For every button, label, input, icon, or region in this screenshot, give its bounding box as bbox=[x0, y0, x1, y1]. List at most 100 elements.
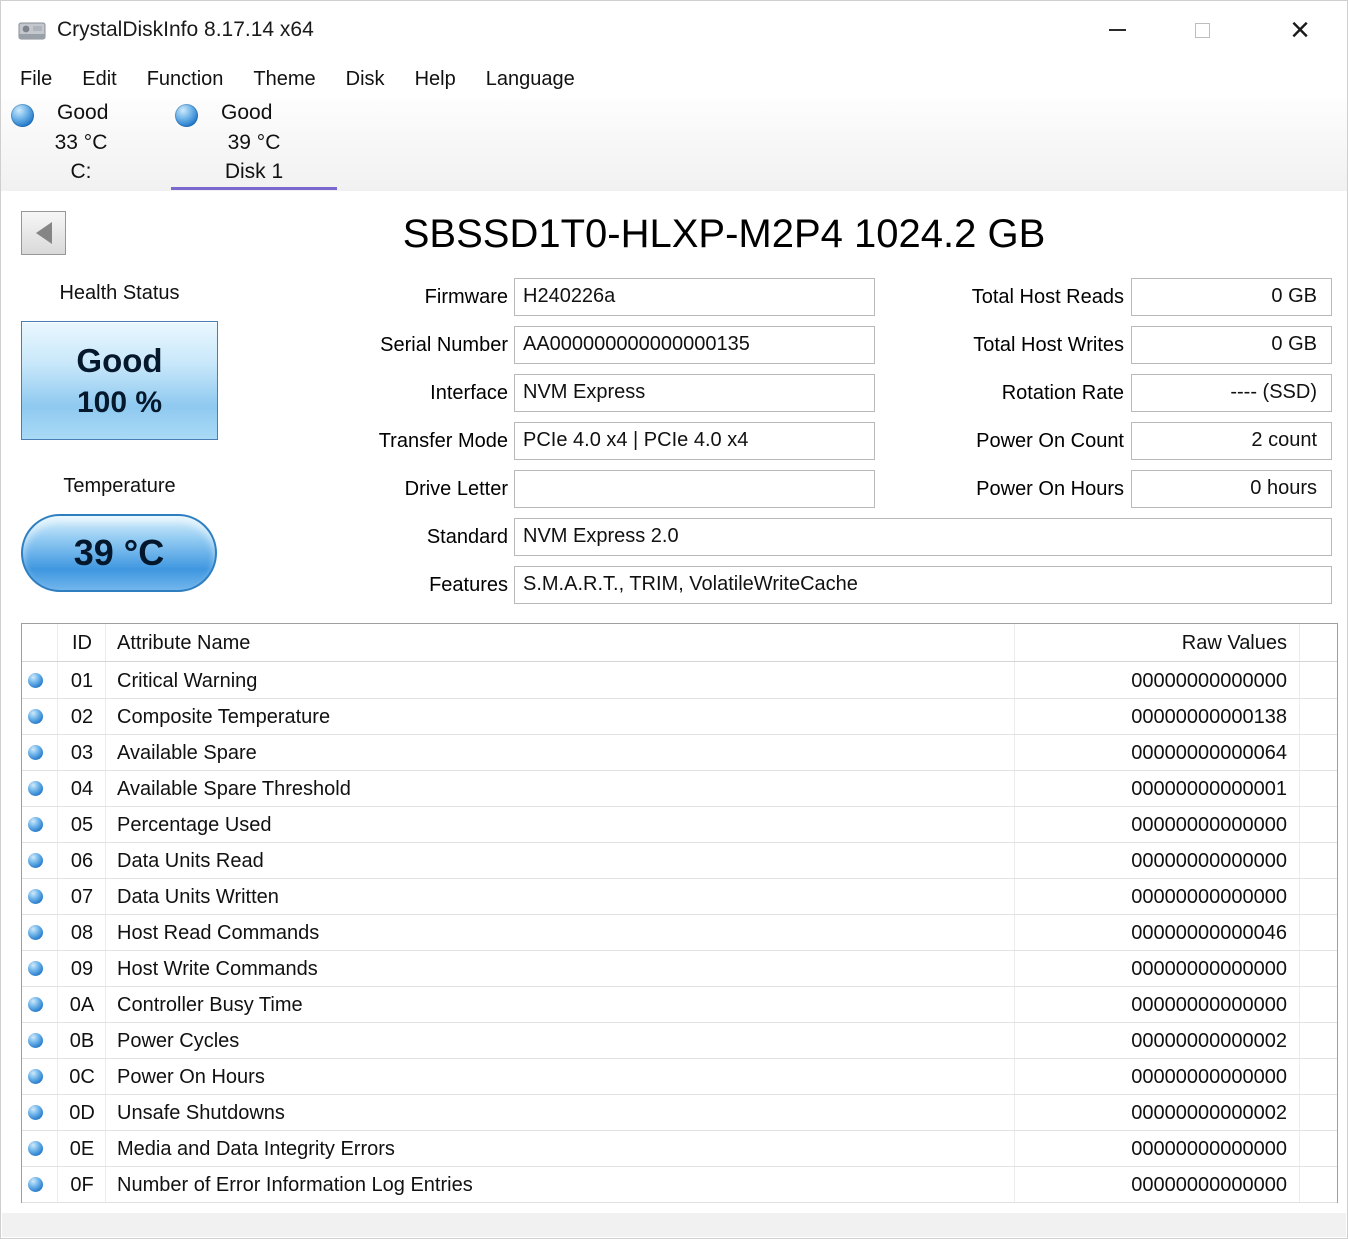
header-id[interactable]: ID bbox=[59, 624, 105, 662]
total-host-writes-label: Total Host Writes bbox=[973, 334, 1124, 356]
status-dot-icon bbox=[28, 1141, 43, 1156]
attr-raw-value: 00000000000001 bbox=[1131, 778, 1287, 800]
temperature-label: Temperature bbox=[63, 475, 176, 497]
status-dot-icon bbox=[28, 673, 43, 688]
attr-id: 0D bbox=[69, 1102, 95, 1124]
table-row[interactable]: 01 Critical Warning 00000000000000 bbox=[22, 663, 1337, 699]
attr-name: Available Spare bbox=[117, 742, 257, 764]
back-button[interactable] bbox=[21, 211, 66, 255]
attr-id: 05 bbox=[70, 814, 94, 836]
status-dot-icon bbox=[28, 1105, 43, 1120]
maximize-button[interactable] bbox=[1173, 1, 1231, 59]
table-row[interactable]: 06 Data Units Read 00000000000000 bbox=[22, 843, 1337, 879]
menu-disk[interactable]: Disk bbox=[331, 62, 400, 97]
power-on-hours-value[interactable]: 0 hours bbox=[1131, 470, 1332, 508]
drive-letter-label: Drive Letter bbox=[404, 478, 508, 500]
header-attribute-name[interactable]: Attribute Name bbox=[117, 624, 250, 662]
drive-letter-value[interactable] bbox=[514, 470, 875, 508]
selected-tab-underline bbox=[171, 187, 337, 190]
serial-number-value[interactable]: AA000000000000000135 bbox=[514, 326, 875, 364]
disk-status-text: Good bbox=[57, 101, 109, 124]
transfer-mode-value[interactable]: PCIe 4.0 x4 | PCIe 4.0 x4 bbox=[514, 422, 875, 460]
attr-name: Host Read Commands bbox=[117, 922, 320, 944]
power-on-hours-label: Power On Hours bbox=[976, 478, 1124, 500]
close-button[interactable]: × bbox=[1271, 1, 1329, 59]
features-value[interactable]: S.M.A.R.T., TRIM, VolatileWriteCache bbox=[514, 566, 1332, 604]
app-icon bbox=[16, 14, 48, 46]
table-row[interactable]: 0C Power On Hours 00000000000000 bbox=[22, 1059, 1337, 1095]
standard-label: Standard bbox=[426, 526, 508, 548]
standard-value[interactable]: NVM Express 2.0 bbox=[514, 518, 1332, 556]
table-row[interactable]: 05 Percentage Used 00000000000000 bbox=[22, 807, 1337, 843]
minimize-icon bbox=[1108, 29, 1126, 31]
power-on-count-value[interactable]: 2 count bbox=[1131, 422, 1332, 460]
status-dot-icon bbox=[28, 925, 43, 940]
total-host-writes-value[interactable]: 0 GB bbox=[1131, 326, 1332, 364]
interface-value[interactable]: NVM Express bbox=[514, 374, 875, 412]
attr-raw-value: 00000000000000 bbox=[1131, 814, 1287, 836]
menu-language[interactable]: Language bbox=[471, 62, 590, 97]
status-dot-icon bbox=[28, 1033, 43, 1048]
menu-file[interactable]: File bbox=[5, 62, 67, 97]
horizontal-scrollbar[interactable] bbox=[2, 1213, 1346, 1237]
disk-status-good-icon bbox=[11, 104, 34, 127]
disk-tab-c[interactable]: Good 33 °C C: bbox=[5, 99, 157, 191]
table-row[interactable]: 0F Number of Error Information Log Entri… bbox=[22, 1167, 1337, 1203]
table-row[interactable]: 07 Data Units Written 00000000000000 bbox=[22, 879, 1337, 915]
attr-raw-value: 00000000000000 bbox=[1131, 1174, 1287, 1196]
close-icon: × bbox=[1290, 11, 1310, 49]
temperature-button[interactable]: 39 °C bbox=[21, 514, 217, 592]
status-dot-icon bbox=[28, 997, 43, 1012]
attr-id: 03 bbox=[70, 742, 94, 764]
firmware-value[interactable]: H240226a bbox=[514, 278, 875, 316]
disk-temperature: 39 °C bbox=[227, 131, 281, 154]
total-host-reads-label: Total Host Reads bbox=[971, 286, 1124, 308]
attr-id: 07 bbox=[70, 886, 94, 908]
attr-name: Power Cycles bbox=[117, 1030, 240, 1052]
titlebar: CrystalDiskInfo 8.17.14 x64 × bbox=[1, 1, 1347, 59]
table-row[interactable]: 04 Available Spare Threshold 00000000000… bbox=[22, 771, 1337, 807]
health-percent-value: 100 % bbox=[76, 385, 163, 419]
firmware-label: Firmware bbox=[424, 286, 508, 308]
attr-name: Unsafe Shutdowns bbox=[117, 1102, 285, 1124]
disk-name: Disk 1 bbox=[224, 160, 284, 183]
table-row[interactable]: 08 Host Read Commands 00000000000046 bbox=[22, 915, 1337, 951]
attr-id: 01 bbox=[70, 670, 94, 692]
temperature-value: 39 °C bbox=[73, 532, 165, 573]
attr-id: 06 bbox=[70, 850, 94, 872]
minimize-button[interactable] bbox=[1088, 1, 1146, 59]
disk-tab-disk1[interactable]: Good 39 °C Disk 1 bbox=[169, 99, 339, 191]
attr-id: 0E bbox=[69, 1138, 95, 1160]
attr-raw-value: 00000000000000 bbox=[1131, 886, 1287, 908]
menu-theme[interactable]: Theme bbox=[238, 62, 330, 97]
table-row[interactable]: 0D Unsafe Shutdowns 00000000000002 bbox=[22, 1095, 1337, 1131]
app-window: CrystalDiskInfo 8.17.14 x64 × File Edit … bbox=[0, 0, 1348, 1239]
health-status-button[interactable]: Good 100 % bbox=[21, 321, 218, 440]
menu-function[interactable]: Function bbox=[132, 62, 239, 97]
attr-raw-value: 00000000000000 bbox=[1131, 1138, 1287, 1160]
menu-help[interactable]: Help bbox=[400, 62, 471, 97]
attr-raw-value: 00000000000000 bbox=[1131, 670, 1287, 692]
table-row[interactable]: 03 Available Spare 00000000000064 bbox=[22, 735, 1337, 771]
attr-raw-value: 00000000000000 bbox=[1131, 994, 1287, 1016]
attr-name: Composite Temperature bbox=[117, 706, 331, 728]
attr-name: Available Spare Threshold bbox=[117, 778, 351, 800]
table-row[interactable]: 0A Controller Busy Time 00000000000000 bbox=[22, 987, 1337, 1023]
status-dot-icon bbox=[28, 709, 43, 724]
header-raw-values[interactable]: Raw Values bbox=[1182, 624, 1287, 662]
table-row[interactable]: 0E Media and Data Integrity Errors 00000… bbox=[22, 1131, 1337, 1167]
table-row[interactable]: 02 Composite Temperature 00000000000138 bbox=[22, 699, 1337, 735]
health-status-label: Health Status bbox=[59, 282, 180, 304]
status-dot-icon bbox=[28, 1069, 43, 1084]
attr-raw-value: 00000000000000 bbox=[1131, 1066, 1287, 1088]
transfer-mode-label: Transfer Mode bbox=[378, 430, 508, 452]
menu-edit[interactable]: Edit bbox=[67, 62, 131, 97]
interface-label: Interface bbox=[430, 382, 508, 404]
total-host-reads-value[interactable]: 0 GB bbox=[1131, 278, 1332, 316]
table-row[interactable]: 09 Host Write Commands 00000000000000 bbox=[22, 951, 1337, 987]
table-row[interactable]: 0B Power Cycles 00000000000002 bbox=[22, 1023, 1337, 1059]
status-dot-icon bbox=[28, 961, 43, 976]
attr-id: 04 bbox=[70, 778, 94, 800]
status-dot-icon bbox=[28, 1177, 43, 1192]
rotation-rate-value[interactable]: ---- (SSD) bbox=[1131, 374, 1332, 412]
